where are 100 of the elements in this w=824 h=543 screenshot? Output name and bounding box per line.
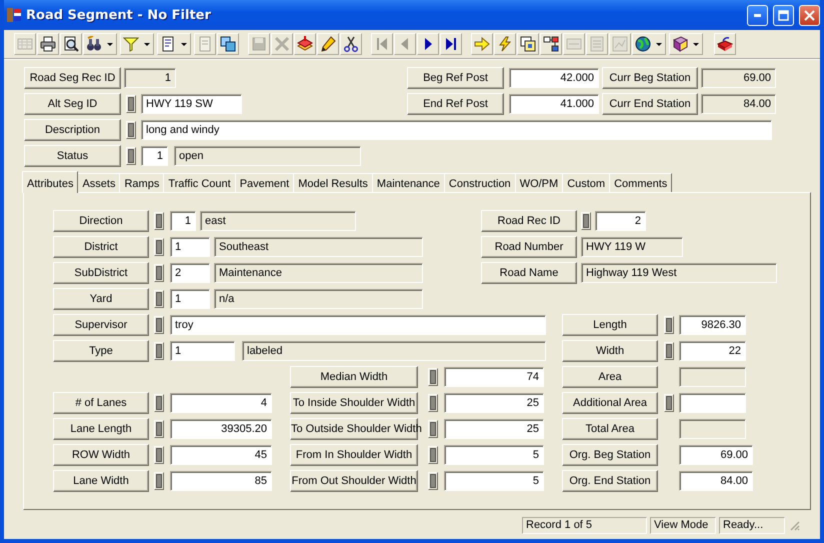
text-field[interactable]: 5 — [444, 445, 544, 465]
tab[interactable]: Traffic Count — [163, 173, 236, 192]
text-field[interactable]: 39305.20 — [170, 419, 272, 439]
code-field[interactable]: 1 — [170, 211, 196, 231]
field-label-button[interactable]: Area — [562, 366, 658, 388]
toolbar-button[interactable] — [669, 33, 703, 55]
field-label-button[interactable]: Additional Area — [562, 392, 658, 414]
field-label-button[interactable]: End Ref Post — [407, 93, 504, 115]
toggle-button[interactable] — [154, 238, 164, 256]
toggle-button[interactable] — [126, 147, 136, 165]
toggle-button[interactable] — [664, 394, 674, 412]
field-label-button[interactable]: From In Shoulder Width — [290, 444, 418, 466]
code-field[interactable]: 1 — [141, 146, 168, 166]
tab[interactable]: Attributes — [22, 171, 78, 193]
minimize-button[interactable] — [747, 4, 768, 26]
text-field[interactable]: 69.00 — [679, 445, 753, 465]
toggle-button[interactable] — [581, 212, 591, 230]
toggle-button[interactable] — [154, 290, 164, 308]
tab[interactable]: Model Results — [293, 173, 373, 192]
field-label-button[interactable]: Status — [24, 145, 121, 167]
maximize-button[interactable] — [773, 4, 794, 26]
toggle-button[interactable] — [154, 316, 164, 334]
field-label-button[interactable]: Curr Beg Station — [602, 67, 698, 89]
toggle-button[interactable] — [126, 95, 136, 113]
text-field[interactable]: 42.000 — [509, 68, 599, 88]
toggle-button[interactable] — [154, 420, 164, 438]
text-field[interactable]: 25 — [444, 419, 544, 439]
field-label-button[interactable]: Type — [53, 340, 149, 362]
tab[interactable]: WO/PM — [514, 173, 564, 192]
field-label-button[interactable]: Org. Beg Station — [562, 444, 658, 466]
toggle-button[interactable] — [126, 121, 136, 139]
text-field[interactable]: 2 — [595, 211, 646, 231]
field-label-button[interactable]: Median Width — [290, 366, 418, 388]
toolbar-button[interactable] — [440, 33, 462, 55]
code-field[interactable]: 1 — [170, 237, 210, 257]
field-label-button[interactable]: Road Name — [481, 262, 577, 284]
tab[interactable]: Pavement — [234, 173, 294, 192]
field-label-button[interactable]: To Inside Shoulder Width — [290, 392, 418, 414]
toolbar-button[interactable] — [60, 33, 82, 55]
toolbar-button[interactable] — [494, 33, 516, 55]
toolbar-button[interactable] — [317, 33, 339, 55]
field-label-button[interactable]: SubDistrict — [53, 262, 149, 284]
toolbar-button[interactable] — [120, 33, 154, 55]
toolbar-button[interactable] — [340, 33, 362, 55]
toolbar-button[interactable] — [632, 33, 666, 55]
toggle-button[interactable] — [428, 472, 438, 490]
text-field[interactable]: 4 — [170, 393, 272, 413]
field-label-button[interactable]: Road Rec ID — [481, 210, 577, 232]
tab[interactable]: Comments — [609, 173, 672, 192]
toggle-button[interactable] — [154, 212, 164, 230]
toolbar-button[interactable] — [517, 33, 539, 55]
toolbar-button[interactable] — [157, 33, 191, 55]
toolbar-button[interactable] — [294, 33, 316, 55]
toggle-button[interactable] — [154, 342, 164, 360]
field-label-button[interactable]: ROW Width — [53, 444, 149, 466]
toggle-button[interactable] — [154, 394, 164, 412]
toggle-button[interactable] — [664, 342, 674, 360]
field-label-button[interactable]: Direction — [53, 210, 149, 232]
field-label-button[interactable]: Length — [562, 314, 658, 336]
toggle-button[interactable] — [664, 316, 674, 334]
text-field[interactable]: 25 — [444, 393, 544, 413]
toolbar-button[interactable] — [37, 33, 59, 55]
text-field[interactable]: 41.000 — [509, 94, 599, 114]
field-label-button[interactable]: Road Number — [481, 236, 577, 258]
text-field[interactable]: 5 — [444, 471, 544, 491]
field-label-button[interactable]: Curr End Station — [602, 93, 698, 115]
toggle-button[interactable] — [428, 394, 438, 412]
tab[interactable]: Ramps — [119, 173, 164, 192]
field-label-button[interactable]: Width — [562, 340, 658, 362]
text-field[interactable] — [679, 393, 746, 413]
text-field[interactable]: 45 — [170, 445, 272, 465]
text-field[interactable]: 22 — [679, 341, 746, 361]
toolbar-button[interactable] — [83, 33, 117, 55]
text-field[interactable]: troy — [170, 315, 546, 335]
code-field[interactable]: 1 — [170, 341, 235, 361]
field-label-button[interactable]: Description — [24, 119, 121, 141]
toolbar-button[interactable] — [417, 33, 439, 55]
field-label-button[interactable]: Total Area — [562, 418, 658, 440]
field-label-button[interactable]: Supervisor — [53, 314, 149, 336]
text-field[interactable]: 9826.30 — [679, 315, 746, 335]
field-label-button[interactable]: From Out Shoulder Width — [290, 470, 418, 492]
text-field[interactable]: long and windy — [141, 120, 772, 140]
text-field[interactable]: 85 — [170, 471, 272, 491]
toggle-button[interactable] — [428, 420, 438, 438]
code-field[interactable]: 2 — [170, 263, 210, 283]
field-label-button[interactable]: Lane Length — [53, 418, 149, 440]
text-field[interactable]: 74 — [444, 367, 544, 387]
tab[interactable]: Custom — [562, 173, 610, 192]
toolbar-button[interactable] — [540, 33, 562, 55]
field-label-button[interactable]: Alt Seg ID — [24, 93, 121, 115]
code-field[interactable]: 1 — [170, 289, 210, 309]
tab[interactable]: Construction — [444, 173, 516, 192]
field-label-button[interactable]: # of Lanes — [53, 392, 149, 414]
field-label-button[interactable]: Org. End Station — [562, 470, 658, 492]
close-button[interactable] — [799, 4, 820, 26]
toggle-button[interactable] — [154, 446, 164, 464]
field-label-button[interactable]: Lane Width — [53, 470, 149, 492]
field-label-button[interactable]: District — [53, 236, 149, 258]
toggle-button[interactable] — [428, 446, 438, 464]
text-field[interactable]: HWY 119 SW — [141, 94, 242, 114]
